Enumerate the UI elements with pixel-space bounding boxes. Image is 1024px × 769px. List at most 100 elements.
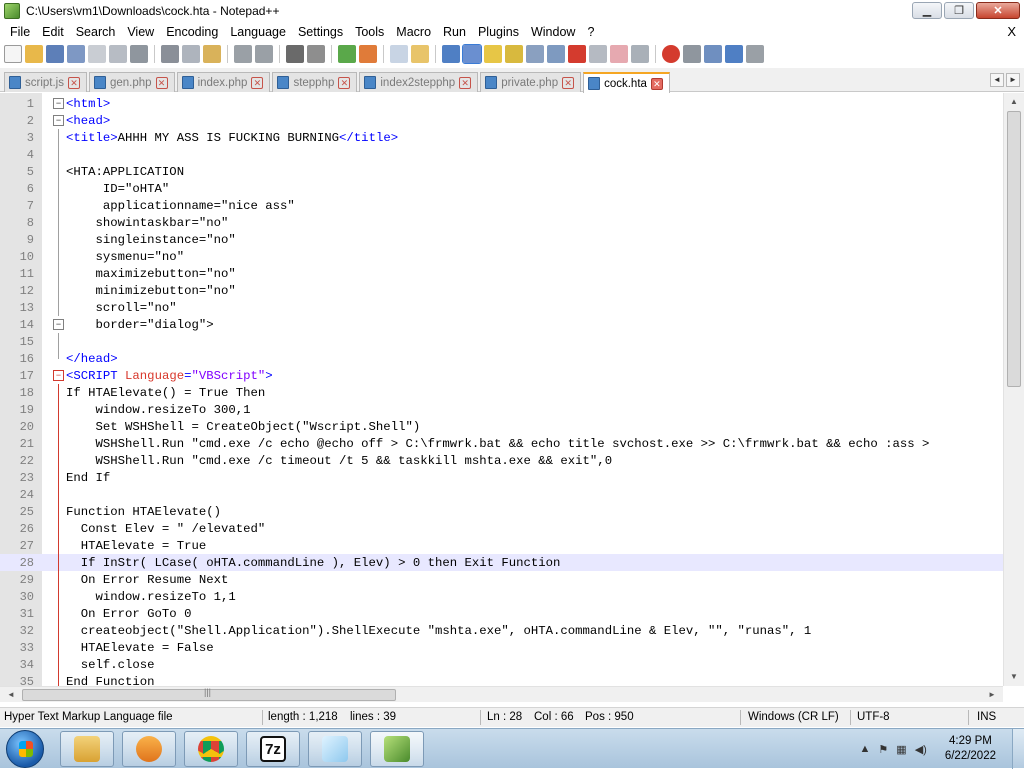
menu-tools[interactable]: Tools [349, 25, 390, 39]
tab-index-php[interactable]: index.php ✕ [176, 72, 271, 92]
fold-toggle-icon[interactable]: − [53, 370, 64, 381]
clock[interactable]: 4:29 PM 6/22/2022 [945, 734, 996, 764]
taskbar-chrome[interactable] [184, 731, 238, 767]
sync-v-icon[interactable] [390, 45, 408, 63]
menu-encoding[interactable]: Encoding [160, 25, 224, 39]
menu-search[interactable]: Search [70, 25, 122, 39]
code-line[interactable]: 33 HTAElevate = False [0, 639, 1003, 656]
code-line[interactable]: 16 </head> [0, 350, 1003, 367]
menu-settings[interactable]: Settings [292, 25, 349, 39]
doc-map-icon[interactable] [526, 45, 544, 63]
code-line[interactable]: 28 If InStr( LCase( oHTA.commandLine ), … [0, 554, 1003, 571]
code-line[interactable]: 31 On Error GoTo 0 [0, 605, 1003, 622]
code-line[interactable]: 10 sysmenu="no" [0, 248, 1003, 265]
code-line[interactable]: 32 createobject("Shell.Application").She… [0, 622, 1003, 639]
code-line[interactable]: 2 − <head> [0, 112, 1003, 129]
menu-file[interactable]: File [4, 25, 36, 39]
scroll-down-button[interactable]: ▼ [1007, 670, 1021, 684]
fold-toggle-icon[interactable]: − [53, 115, 64, 126]
menu-macro[interactable]: Macro [390, 25, 437, 39]
undo-icon[interactable] [234, 45, 252, 63]
code-editor[interactable]: 1− <html> 2− <head> 3 <title>AHHH MY ASS IS F… [0, 93, 1024, 686]
print-icon[interactable] [130, 45, 148, 63]
udl-icon[interactable] [505, 45, 523, 63]
folder-icon[interactable] [610, 45, 628, 63]
monitor-icon[interactable] [589, 45, 607, 63]
code-line[interactable]: 15 [0, 333, 1003, 350]
folder-workspace-icon[interactable] [568, 45, 586, 63]
copy-icon[interactable] [182, 45, 200, 63]
save-icon[interactable] [46, 45, 64, 63]
code-line[interactable]: 13 scroll="no" [0, 299, 1003, 316]
taskbar-notepad-plus-plus[interactable] [370, 731, 424, 767]
code-line[interactable]: 18 If HTAElevate() = True Then [0, 384, 1003, 401]
tab-close-icon[interactable]: ✕ [338, 76, 351, 89]
code-line[interactable]: 1 − <html> [0, 95, 1003, 112]
network-icon[interactable]: ▦ [896, 743, 906, 756]
close-all-icon[interactable] [109, 45, 127, 63]
action-center-flag-icon[interactable]: ⚑ [878, 743, 888, 756]
volume-icon[interactable]: ◀) [915, 743, 927, 756]
code-line[interactable]: 12 minimizebutton="no" [0, 282, 1003, 299]
zoom-out-icon[interactable] [359, 45, 377, 63]
sync-h-icon[interactable] [411, 45, 429, 63]
cut-icon[interactable] [161, 45, 179, 63]
tab-close-icon[interactable]: ✕ [155, 76, 168, 89]
code-line[interactable]: 8 showintaskbar="no" [0, 214, 1003, 231]
code-line[interactable]: 35 End Function [0, 673, 1003, 686]
code-line[interactable]: 6 ID="oHTA" [0, 180, 1003, 197]
code-line[interactable]: 17 − <SCRIPT Language="VBScript"> [0, 367, 1003, 384]
scroll-right-button[interactable]: ► [985, 688, 999, 702]
menu-plugins[interactable]: Plugins [472, 25, 525, 39]
start-button[interactable] [6, 730, 44, 768]
tab-close-icon[interactable]: ✕ [459, 76, 472, 89]
menu-help[interactable]: ? [581, 25, 600, 39]
taskbar-7zip[interactable]: 7z [246, 731, 300, 767]
code-line[interactable]: 23 End If [0, 469, 1003, 486]
code-line[interactable]: 7 applicationname="nice ass" [0, 197, 1003, 214]
redo-icon[interactable] [255, 45, 273, 63]
save-all-icon[interactable] [67, 45, 85, 63]
code-line[interactable]: 19 window.resizeTo 300,1 [0, 401, 1003, 418]
menu-edit[interactable]: Edit [36, 25, 70, 39]
vertical-scrollbar[interactable]: ▲ ▼ [1003, 93, 1024, 686]
show-hidden-icons-button[interactable]: ▲ [860, 743, 871, 755]
tab-close-icon[interactable]: ✕ [650, 77, 663, 90]
menu-run[interactable]: Run [437, 25, 472, 39]
tab-gen-php[interactable]: gen.php ✕ [88, 72, 175, 92]
tab-private-php[interactable]: private.php ✕ [480, 72, 582, 92]
tab-script-js[interactable]: script.js ✕ [4, 72, 87, 92]
code-line[interactable]: 9 singleinstance="no" [0, 231, 1003, 248]
open-file-icon[interactable] [25, 45, 43, 63]
code-line[interactable]: 25 Function HTAElevate() [0, 503, 1003, 520]
code-line[interactable]: 30 window.resizeTo 1,1 [0, 588, 1003, 605]
code-line[interactable]: 3 <title>AHHH MY ASS IS FUCKING BURNING</… [0, 129, 1003, 146]
tab-scroll-right-button[interactable]: ► [1006, 73, 1020, 87]
code-line[interactable]: 27 HTAElevate = True [0, 537, 1003, 554]
show-desktop-button[interactable] [1012, 729, 1024, 769]
code-line[interactable]: 24 [0, 486, 1003, 503]
maximize-button[interactable]: ❐ [944, 2, 974, 19]
code-line[interactable]: 20 Set WSHShell = CreateObject("Wscript.… [0, 418, 1003, 435]
taskbar-notepad[interactable] [308, 731, 362, 767]
stop-macro-icon[interactable] [683, 45, 701, 63]
eye-icon[interactable] [631, 45, 649, 63]
close-document-button[interactable]: X [1007, 24, 1016, 39]
menu-view[interactable]: View [121, 25, 160, 39]
menu-window[interactable]: Window [525, 25, 581, 39]
code-line[interactable]: 14 − border="dialog"> [0, 316, 1003, 333]
code-line[interactable]: 34 self.close [0, 656, 1003, 673]
code-line[interactable]: 4 [0, 146, 1003, 163]
taskbar-media-player[interactable] [122, 731, 176, 767]
vertical-scroll-thumb[interactable] [1007, 111, 1021, 387]
fold-toggle-icon[interactable]: − [53, 319, 64, 330]
all-chars-icon[interactable] [462, 44, 482, 64]
function-list-icon[interactable] [547, 45, 565, 63]
record-macro-icon[interactable] [662, 45, 680, 63]
play-macro-icon[interactable] [704, 45, 722, 63]
fold-toggle-icon[interactable]: − [53, 98, 64, 109]
tab-index2stepphp[interactable]: index2stepphp ✕ [359, 72, 479, 92]
code-line[interactable]: 5 <HTA:APPLICATION [0, 163, 1003, 180]
tab-close-icon[interactable]: ✕ [67, 76, 80, 89]
taskbar-explorer[interactable] [60, 731, 114, 767]
